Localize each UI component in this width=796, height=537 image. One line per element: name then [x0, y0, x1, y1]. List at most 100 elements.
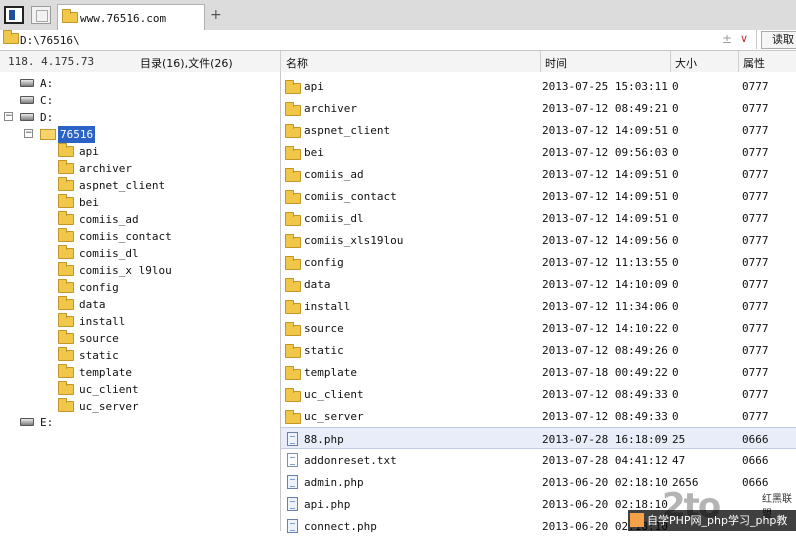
file-time: 2013-07-28 04:41:12	[542, 454, 668, 467]
file-row[interactable]: comiis_dl 2013-07-12 14:09:51 0 0777	[281, 207, 796, 229]
file-size: 0	[672, 80, 679, 93]
column-divider[interactable]	[540, 51, 541, 72]
file-size: 0	[672, 146, 679, 159]
file-size: 0	[672, 366, 679, 379]
column-header-name[interactable]: 名称	[286, 55, 308, 71]
folder-icon	[58, 194, 74, 208]
file-row[interactable]: uc_client 2013-07-12 08:49:33 0 0777	[281, 383, 796, 405]
new-tab-button[interactable]: +	[210, 7, 222, 23]
folder-icon	[58, 160, 74, 174]
file-time: 2013-06-20 02:18:10	[542, 476, 668, 489]
file-size: 0	[672, 256, 679, 269]
file-time: 2013-07-18 00:49:22	[542, 366, 668, 379]
item-count: 目录(16),文件(26)	[140, 57, 233, 70]
folder-icon	[58, 398, 74, 412]
panel-toggle-button[interactable]	[4, 6, 24, 24]
file-row[interactable]: comiis_ad 2013-07-12 14:09:51 0 0777	[281, 163, 796, 185]
column-header-size[interactable]: 大小	[675, 55, 697, 71]
folder-icon	[58, 347, 74, 361]
file-row[interactable]: install 2013-07-12 11:34:06 0 0777	[281, 295, 796, 317]
file-time: 2013-07-12 14:09:51	[542, 190, 668, 203]
collapse-toggle[interactable]: −	[24, 129, 33, 138]
file-row[interactable]: uc_server 2013-07-12 08:49:33 0 0777	[281, 405, 796, 427]
file-row[interactable]: bei 2013-07-12 09:56:03 0 0777	[281, 141, 796, 163]
collapse-toggle[interactable]: −	[4, 112, 13, 121]
file-name: template	[304, 366, 357, 379]
folder-icon	[58, 296, 74, 310]
column-header-time[interactable]: 时间	[545, 55, 567, 71]
file-time: 2013-07-12 11:34:06	[542, 300, 668, 313]
folder-icon	[58, 381, 74, 395]
file-size: 0	[672, 124, 679, 137]
folder-icon	[58, 228, 74, 242]
icon-shape	[285, 234, 301, 248]
column-header-attr[interactable]: 属性	[743, 55, 765, 71]
icon-shape	[285, 278, 301, 292]
file-row[interactable]: comiis_xls19lou 2013-07-12 14:09:56 0 0777	[281, 229, 796, 251]
folder-tree: A: C: − D: − 76516 api archiver aspnet_cli…	[0, 72, 281, 531]
file-attr: 0777	[742, 300, 769, 313]
file-name: uc_client	[304, 388, 364, 401]
drive-label: D:	[40, 111, 54, 124]
tree-folder-label: source	[79, 332, 119, 345]
tree-selected-label: 76516	[58, 126, 96, 143]
column-divider[interactable]	[738, 51, 739, 72]
file-name: archiver	[304, 102, 357, 115]
file-row[interactable]: comiis_contact 2013-07-12 14:09:51 0 0777	[281, 185, 796, 207]
file-row[interactable]: 88.php 2013-07-28 16:18:09 25 0666	[281, 427, 796, 449]
file-row[interactable]: config 2013-07-12 11:13:55 0 0777	[281, 251, 796, 273]
tree-folder-label: config	[79, 281, 119, 294]
icon-shape	[285, 80, 301, 94]
tab-active[interactable]: www.76516.com	[57, 4, 205, 30]
address-input[interactable]: D:\76516\ ± ∨	[0, 30, 757, 49]
file-size: 0	[672, 344, 679, 357]
column-divider[interactable]	[670, 51, 671, 72]
file-name: comiis_xls19lou	[304, 234, 404, 247]
file-time: 2013-07-12 14:09:56	[542, 234, 668, 247]
file-row[interactable]: template 2013-07-18 00:49:22 0 0777	[281, 361, 796, 383]
file-attr: 0777	[742, 212, 769, 225]
tree-folder-label: template	[79, 366, 132, 379]
watermark-bar-text: 自学PHP网_php学习_php教	[647, 514, 788, 527]
window-button[interactable]	[31, 6, 51, 24]
file-time: 2013-07-12 14:09:51	[542, 168, 668, 181]
tab-bar: www.76516.com +	[0, 0, 796, 31]
file-attr: 0666	[742, 433, 769, 446]
file-name: comiis_dl	[304, 212, 364, 225]
tree-folder-label: api	[79, 145, 99, 158]
file-time: 2013-07-28 16:18:09	[542, 433, 668, 446]
file-row[interactable]: source 2013-07-12 14:10:22 0 0777	[281, 317, 796, 339]
file-name: data	[304, 278, 331, 291]
folder-icon	[58, 211, 74, 225]
folder-icon	[58, 245, 74, 259]
file-row[interactable]: aspnet_client 2013-07-12 14:09:51 0 0777	[281, 119, 796, 141]
drive-icon	[20, 113, 34, 121]
file-size: 47	[672, 454, 686, 467]
icon-shape	[285, 344, 301, 358]
file-row[interactable]: data 2013-07-12 14:10:09 0 0777	[281, 273, 796, 295]
icon-shape	[285, 190, 301, 204]
read-button[interactable]: 读取	[761, 31, 796, 49]
drive-label: E:	[40, 416, 54, 429]
icon-shape	[285, 300, 301, 314]
column-divider[interactable]	[280, 51, 281, 72]
file-attr: 0777	[742, 190, 769, 203]
address-path: D:\76516\	[20, 34, 80, 47]
file-row[interactable]: static 2013-07-12 08:49:26 0 0777	[281, 339, 796, 361]
file-row[interactable]: addonreset.txt 2013-07-28 04:41:12 47 0666	[281, 449, 796, 471]
file-size: 0	[672, 212, 679, 225]
icon-shape	[285, 410, 301, 424]
file-row[interactable]: archiver 2013-07-12 08:49:21 0 0777	[281, 97, 796, 119]
plus-minus-icon[interactable]: ±	[722, 32, 732, 46]
file-name: config	[304, 256, 344, 269]
file-size: 25	[672, 433, 686, 446]
header-row: 118. 4.175.73 目录(16),文件(26) 名称 时间 大小 属性	[0, 51, 796, 73]
drive-icon	[20, 79, 34, 87]
icon-shape	[285, 212, 301, 226]
chevron-down-icon[interactable]: ∨	[740, 32, 748, 45]
icon-shape	[285, 146, 301, 160]
file-name: uc_server	[304, 410, 364, 423]
file-attr: 0777	[742, 234, 769, 247]
file-row[interactable]: api 2013-07-25 15:03:11 0 0777	[281, 75, 796, 97]
address-bar: D:\76516\ ± ∨ 读取	[0, 30, 796, 51]
